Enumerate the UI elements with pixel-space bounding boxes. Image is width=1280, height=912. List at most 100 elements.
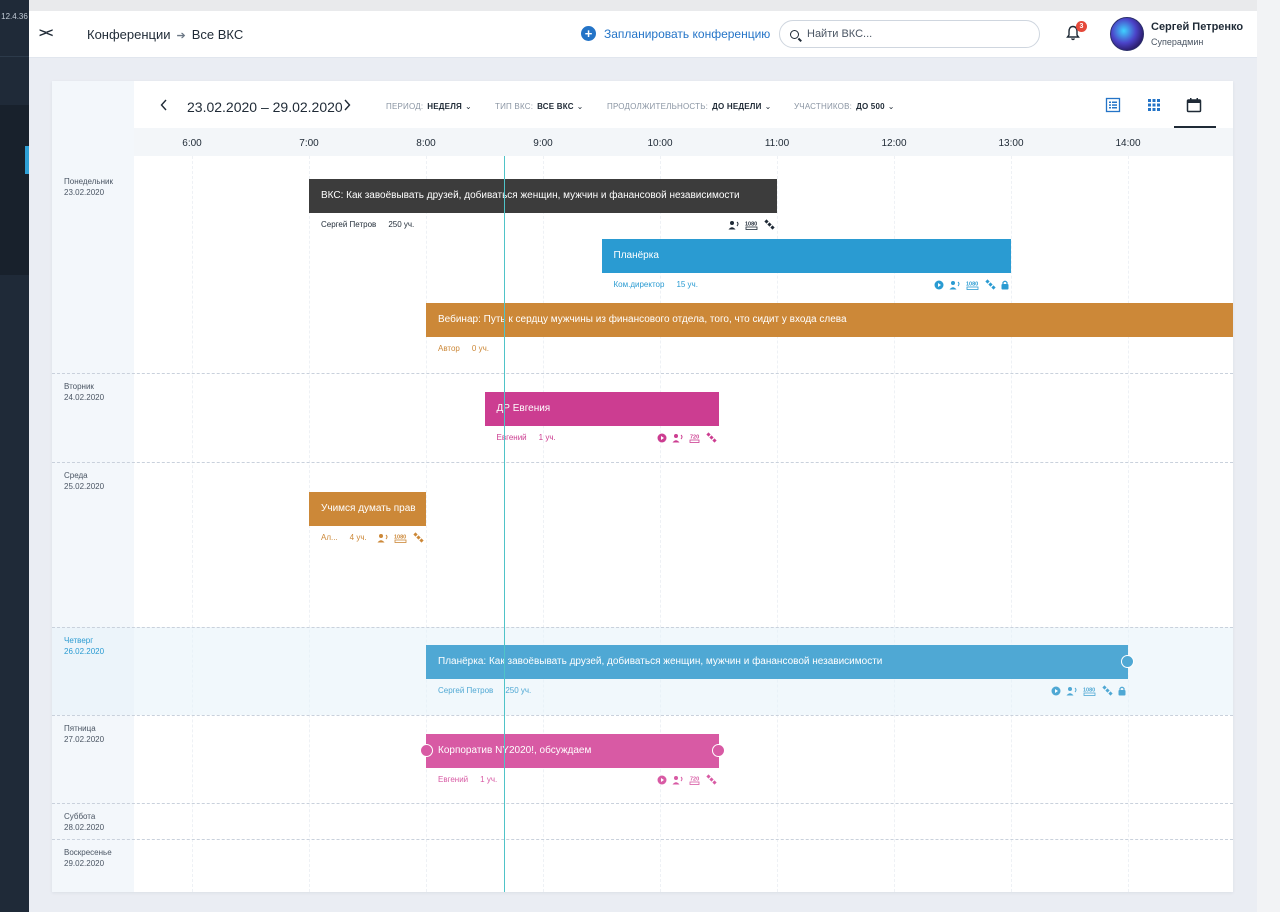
event-bar[interactable]: Вебинар: Путь к сердцу мужчины из финанс…: [426, 303, 1233, 337]
event-title: Вебинар: Путь к сердцу мужчины из финанс…: [438, 314, 847, 325]
day-row: Суббота 28.02.2020: [52, 803, 1233, 839]
event-title: ВКС: Как завоёвывать друзей, добиваться …: [321, 190, 740, 201]
filter-vks-type[interactable]: ТИП ВКС: ВСЕ ВКС ⌄: [495, 102, 584, 111]
event-owner[interactable]: Евгений: [497, 433, 527, 442]
hour-tick-label: 14:00: [1115, 138, 1141, 149]
hour-tick-label: 10:00: [647, 138, 673, 149]
plan-conference-button[interactable]: + Запланировать конференцию: [581, 26, 770, 41]
event-title: Планёрка: [613, 250, 659, 261]
event-owner[interactable]: Евгений: [438, 775, 468, 784]
event-participants: 0 уч.: [471, 344, 489, 353]
event-meta: Ал... 4 уч.: [321, 533, 379, 542]
breadcrumb-item-conferences[interactable]: Конференции: [87, 27, 171, 42]
event-feature-icons: 720: [657, 774, 717, 788]
satellite-icon: [985, 279, 996, 293]
play-icon: [934, 280, 944, 293]
speaker-icon: [949, 280, 961, 293]
left-sidebar: 12.4.36: [0, 0, 29, 912]
list-view-icon: [1105, 97, 1121, 113]
search-input[interactable]: [807, 28, 1007, 40]
plus-circle-icon: +: [581, 26, 596, 41]
lock-icon: [1118, 686, 1126, 699]
hour-tick-label: 9:00: [533, 138, 553, 149]
event-participants: 250 уч.: [388, 220, 415, 229]
day-date: 28.02.2020: [64, 823, 105, 832]
hour-tick-label: 11:00: [764, 138, 790, 149]
event-owner[interactable]: Сергей Петров: [321, 220, 376, 229]
satellite-icon: [705, 774, 717, 788]
1080p-icon: 1080: [394, 533, 408, 546]
user-name[interactable]: Сергей Петренко: [1151, 21, 1243, 33]
filter-participants[interactable]: УЧАСТНИКОВ: ДО 500 ⌄: [794, 102, 895, 111]
play-icon: [657, 775, 667, 788]
day-date: 26.02.2020: [64, 647, 105, 656]
720p-icon: 720: [689, 775, 701, 788]
prev-week-button[interactable]: [160, 98, 168, 114]
svg-text:1080: 1080: [394, 534, 406, 540]
collapse-sidebar-button[interactable]: ><: [39, 25, 53, 40]
event-owner[interactable]: Ком.директор: [614, 280, 665, 289]
filter-period-value: НЕДЕЛЯ: [427, 102, 462, 111]
event-bar[interactable]: Учимся думать прав: [309, 492, 426, 526]
filter-duration[interactable]: ПРОДОЛЖИТЕЛЬНОСТЬ: ДО НЕДЕЛИ ⌄: [607, 102, 771, 111]
event-resize-handle-end[interactable]: [711, 744, 725, 757]
day-date: 25.02.2020: [64, 482, 105, 491]
day-name: Воскресенье: [64, 848, 112, 857]
event-bar[interactable]: Планёрка: [601, 239, 1011, 273]
day-name: Пятница: [64, 724, 96, 733]
1080p-icon: 1080: [966, 280, 980, 293]
grid-view-button[interactable]: [1146, 97, 1164, 115]
event-owner[interactable]: Сергей Петров: [438, 686, 493, 695]
search-box[interactable]: [779, 20, 1040, 48]
event-meta: Сергей Петров 250 уч.: [321, 220, 426, 229]
list-view-button[interactable]: [1105, 97, 1123, 115]
svg-text:1080: 1080: [1083, 687, 1095, 693]
sidebar-menu-block[interactable]: [0, 105, 29, 275]
event-bar[interactable]: Корпоратив NY2020!, обсуждаем: [426, 734, 719, 768]
day-label: Пятница 27.02.2020: [64, 723, 104, 745]
notifications-button[interactable]: 3: [1066, 21, 1087, 43]
chevron-down-icon: ⌄: [464, 102, 472, 111]
event-feature-icons: 720: [657, 432, 717, 446]
filter-period-label: ПЕРИОД:: [386, 102, 424, 111]
filter-participants-label: УЧАСТНИКОВ:: [794, 102, 853, 111]
calendar-view-button[interactable]: [1186, 97, 1204, 115]
1080p-icon: 1080: [1083, 686, 1097, 699]
chevron-down-icon: ⌄: [576, 102, 584, 111]
svg-text:720: 720: [690, 776, 699, 782]
event-bar[interactable]: ВКС: Как завоёвывать друзей, добиваться …: [309, 179, 777, 213]
event-resize-handle-start[interactable]: [420, 744, 433, 757]
event-participants: 250 уч.: [505, 686, 532, 695]
next-week-button[interactable]: [343, 98, 351, 114]
avatar[interactable]: [1110, 17, 1144, 51]
satellite-icon: [764, 219, 775, 233]
1080p-icon: 1080: [745, 220, 759, 233]
top-header: >< Конференции ➔ Все ВКС + Запланировать к…: [29, 11, 1257, 58]
plan-conference-label: Запланировать конференцию: [604, 26, 771, 41]
event-owner[interactable]: Автор: [438, 344, 460, 353]
day-label: Воскресенье 29.02.2020: [64, 847, 112, 869]
event-owner[interactable]: Ал...: [321, 533, 338, 542]
satellite-icon: [1102, 685, 1113, 699]
event-meta: Ком.директор 15 уч.: [614, 280, 710, 289]
speaker-icon: [1066, 686, 1078, 699]
filter-type-label: ТИП ВКС:: [495, 102, 534, 111]
satellite-icon: [705, 432, 717, 446]
event-title: Учимся думать прав: [321, 503, 416, 514]
chevron-down-icon: ⌄: [764, 102, 772, 111]
event-participants: 1 уч.: [480, 775, 498, 784]
filter-period[interactable]: ПЕРИОД: НЕДЕЛЯ ⌄: [386, 102, 472, 111]
day-name: Понедельник: [64, 177, 113, 186]
breadcrumb: Конференции ➔ Все ВКС: [87, 27, 243, 42]
hour-tick-label: 6:00: [182, 138, 202, 149]
lock-icon: [1001, 280, 1009, 293]
event-meta: Евгений 1 уч.: [438, 775, 509, 784]
event-bar[interactable]: ДР Евгения: [484, 392, 719, 426]
event-resize-handle-end[interactable]: [1121, 655, 1134, 668]
chevron-right-icon: [344, 99, 351, 111]
event-bar[interactable]: Планёрка: Как завоёвывать друзей, добива…: [426, 645, 1128, 679]
active-view-indicator: [1174, 126, 1216, 128]
search-icon: [790, 29, 799, 39]
day-date: 27.02.2020: [64, 735, 105, 744]
play-icon: [1051, 686, 1061, 699]
